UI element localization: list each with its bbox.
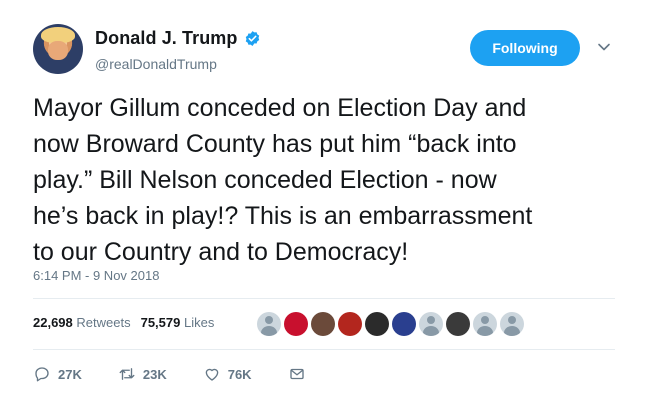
default-avatar[interactable]: [500, 312, 524, 336]
divider: [33, 298, 615, 299]
retweet-button[interactable]: 23K: [118, 365, 167, 383]
like-count: 76K: [227, 366, 252, 382]
reply-button[interactable]: 27K: [33, 365, 82, 383]
default-avatar[interactable]: [473, 312, 497, 336]
envelope-icon: [289, 368, 304, 380]
red-hat-avatar[interactable]: [284, 312, 308, 336]
author-name[interactable]: Donald J. Trump: [95, 28, 238, 49]
reply-count: 27K: [58, 366, 82, 382]
tweet-text: Mayor Gillum conceded on Election Day an…: [33, 94, 533, 266]
direct-message-button[interactable]: [288, 365, 306, 383]
author-name-row: Donald J. Trump: [95, 28, 261, 49]
following-button[interactable]: Following: [470, 30, 580, 66]
likes-count: 75,579: [140, 315, 181, 330]
author-avatar[interactable]: [33, 24, 83, 74]
chevron-down-icon[interactable]: [597, 40, 611, 54]
retweets-stat[interactable]: 22,698 Retweets: [33, 315, 131, 330]
tweet-actions: 27K 23K 76K: [33, 365, 342, 383]
likes-label: Likes: [183, 315, 215, 330]
divider: [33, 349, 615, 350]
engagement-stats: 22,698 Retweets 75,579 Likes: [33, 315, 214, 330]
tweet-timestamp[interactable]: 6:14 PM - 9 Nov 2018: [33, 268, 159, 283]
red-avatar[interactable]: [338, 312, 362, 336]
dark-avatar[interactable]: [365, 312, 389, 336]
verified-badge-icon: [245, 31, 259, 46]
retweets-label: Retweets: [76, 315, 131, 330]
group-avatar[interactable]: [446, 312, 470, 336]
retweet-count: 23K: [142, 366, 167, 382]
reply-icon: [35, 367, 49, 382]
retweets-count: 22,698: [33, 315, 73, 330]
liker-avatars: [257, 312, 524, 336]
likes-stat[interactable]: 75,579 Likes: [141, 315, 215, 330]
person-avatar[interactable]: [311, 312, 335, 336]
default-avatar[interactable]: [419, 312, 443, 336]
retweet-icon: [119, 368, 135, 380]
trump-sign-avatar[interactable]: [392, 312, 416, 336]
heart-icon: [205, 368, 219, 381]
like-button[interactable]: 76K: [203, 365, 252, 383]
author-handle[interactable]: @realDonaldTrump: [95, 56, 217, 72]
default-avatar[interactable]: [257, 312, 281, 336]
